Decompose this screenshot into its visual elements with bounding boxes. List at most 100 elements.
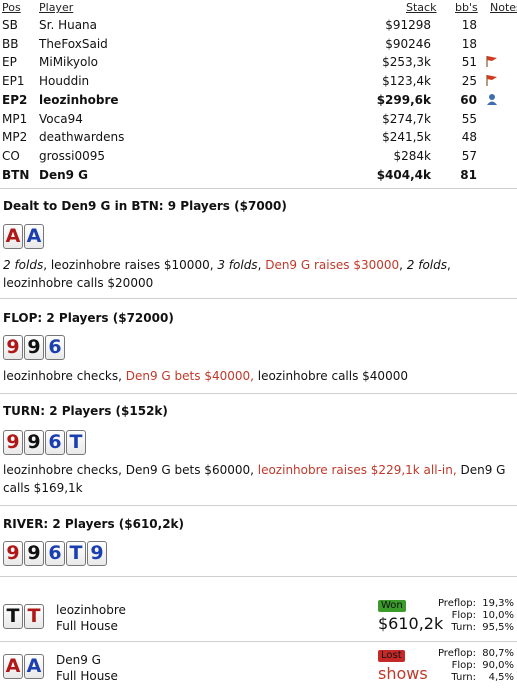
playing-card: 6 — [45, 430, 65, 455]
player-name[interactable]: leozinhobre — [39, 93, 119, 107]
equity-label: Flop: — [451, 660, 476, 671]
equity-value: 95,5% — [482, 622, 514, 633]
river-cards: 996T9 — [3, 541, 107, 567]
flag-icon[interactable] — [486, 74, 498, 87]
player-name[interactable]: Voca94 — [39, 112, 83, 126]
equity-value: 4,5% — [488, 672, 514, 683]
showdown-player-name[interactable]: Den9 G — [56, 652, 101, 668]
equity-label: Preflop: — [437, 648, 476, 659]
turn-cards: 996T — [3, 430, 86, 456]
player-row[interactable]: BB TheFoxSaid $90246 18 — [0, 35, 517, 53]
equity-row: Preflop: 80,7% — [430, 648, 514, 660]
player-name[interactable]: Houddin — [39, 74, 89, 88]
player-bbs: 60 — [460, 92, 477, 107]
player-row[interactable]: MP1 Voca94 $274,7k 55 — [0, 110, 517, 128]
player-row[interactable]: EP2 leozinhobre $299,6k 60 — [0, 91, 517, 109]
action-text: 3 folds — [217, 258, 258, 272]
divider — [0, 188, 517, 189]
player-name[interactable]: Sr. Huana — [39, 18, 97, 32]
divider — [0, 298, 517, 299]
player-stack: $299,6k — [376, 92, 431, 107]
playing-card: 9 — [3, 430, 23, 455]
action-text: leozinhobre checks, — [3, 369, 126, 383]
player-row[interactable]: MP2 deathwardens $241,5k 48 — [0, 128, 517, 146]
equity-label: Turn: — [451, 622, 476, 633]
player-name[interactable]: Den9 G — [39, 168, 88, 182]
player-stack: $90246 — [385, 36, 431, 51]
equity-value: 10,0% — [482, 610, 514, 621]
action-text: Den9 G raises $30000 — [265, 258, 400, 272]
action-text: , — [399, 258, 407, 272]
player-bbs: 18 — [461, 36, 477, 51]
equity-label: Preflop: — [437, 598, 476, 609]
player-position: MP2 — [2, 130, 28, 145]
player-row[interactable]: EP1 Houddin $123,4k 25 — [0, 72, 517, 90]
divider — [0, 393, 517, 394]
divider — [0, 576, 517, 577]
divider — [0, 641, 517, 642]
player-row[interactable]: SB Sr. Huana $91298 18 — [0, 16, 517, 34]
playing-card: T — [24, 604, 44, 629]
playing-card: A — [3, 224, 23, 249]
player-row[interactable]: BTN Den9 G $404,4k 81 — [0, 166, 517, 184]
playing-card: 9 — [24, 335, 44, 360]
player-position: CO — [2, 148, 20, 163]
header-notes[interactable]: Notes — [490, 1, 517, 15]
playing-card: 6 — [45, 335, 65, 360]
player-stack: $123,4k — [382, 74, 431, 89]
player-position: EP1 — [2, 74, 25, 89]
action-text: , leozinhobre raises $10000, — [43, 258, 218, 272]
action-text: Den9 G bets $40000, — [125, 369, 254, 383]
playing-card: T — [66, 430, 86, 455]
equity-row: Turn: 95,5% — [430, 622, 514, 634]
header-pos[interactable]: Pos — [2, 1, 21, 15]
player-name[interactable]: grossi0095 — [39, 149, 105, 163]
flop-cards: 996 — [3, 335, 65, 361]
equity-value: 90,0% — [482, 660, 514, 671]
flop-title: FLOP: 2 Players ($72000) — [3, 311, 174, 325]
player-bbs: 51 — [461, 55, 477, 70]
equity-row: Preflop: 19,3% — [430, 598, 514, 610]
player-row[interactable]: EP MiMikyolo $253,3k 51 — [0, 53, 517, 71]
player-name[interactable]: MiMikyolo — [39, 55, 98, 69]
player-stack: $241,5k — [382, 130, 431, 145]
playing-card: 9 — [24, 541, 44, 566]
equity-row: Turn: 4,5% — [430, 672, 514, 684]
player-stack: $253,3k — [382, 55, 431, 70]
preflop-actions: 2 folds, leozinhobre raises $10000, 3 fo… — [3, 256, 513, 292]
player-name[interactable]: deathwardens — [39, 130, 124, 144]
player-position: EP2 — [2, 92, 28, 107]
header-player[interactable]: Player — [39, 1, 73, 15]
player-position: EP — [2, 55, 17, 70]
playing-card: T — [66, 541, 86, 566]
preflop-title: Dealt to Den9 G in BTN: 9 Players ($7000… — [3, 199, 287, 213]
player-position: SB — [2, 18, 18, 32]
action-text: leozinhobre checks, Den9 G bets $60000, — [3, 463, 258, 477]
showdown-hand: Full House — [56, 669, 118, 683]
turn-actions: leozinhobre checks, Den9 G bets $60000, … — [3, 461, 513, 497]
user-icon[interactable] — [486, 93, 498, 105]
river-title: RIVER: 2 Players ($610,2k) — [3, 517, 185, 531]
result-badge: Won — [378, 600, 406, 612]
result-amount: shows — [378, 664, 428, 683]
player-bbs: 25 — [461, 74, 477, 89]
action-text: leozinhobre calls $40000 — [253, 369, 408, 383]
player-position: BB — [2, 36, 19, 51]
result-badge: Lost — [378, 650, 405, 662]
player-position: MP1 — [2, 111, 28, 126]
equity-value: 19,3% — [482, 598, 514, 609]
turn-title: TURN: 2 Players ($152k) — [3, 404, 168, 418]
header-bbs[interactable]: bb's — [455, 1, 478, 15]
playing-card: 9 — [24, 430, 44, 455]
flag-icon[interactable] — [486, 55, 498, 68]
showdown-player-name[interactable]: leozinhobre — [56, 602, 126, 618]
player-row[interactable]: CO grossi0095 $284k 57 — [0, 147, 517, 165]
equity-row: Flop: 10,0% — [430, 610, 514, 622]
divider — [0, 505, 517, 506]
player-name[interactable]: TheFoxSaid — [39, 37, 108, 51]
hole-cards: AA — [3, 224, 44, 250]
playing-card: 9 — [87, 541, 107, 566]
player-bbs: 48 — [461, 130, 477, 145]
header-stack[interactable]: Stack — [406, 1, 436, 15]
equity-stats: Preflop: 19,3% Flop: 10,0% Turn: 95,5% — [430, 598, 514, 634]
